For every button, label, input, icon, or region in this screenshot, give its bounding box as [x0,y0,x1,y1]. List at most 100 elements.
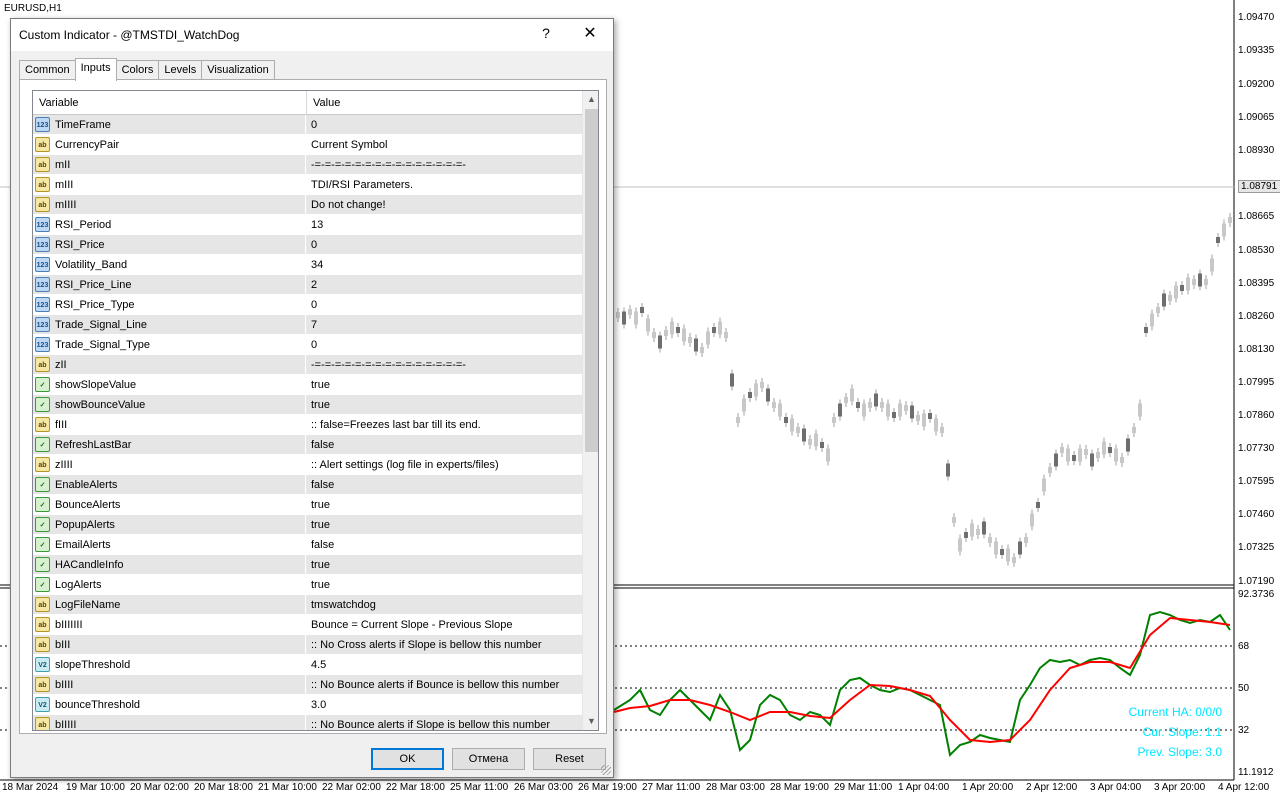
value-cell[interactable]: true [311,519,330,531]
dialog-title-bar[interactable]: Custom Indicator - @TMSTDI_WatchDog ? ✕ [11,19,613,51]
reset-button[interactable]: Reset [533,748,606,770]
input-row-refreshlastbar[interactable]: ✓ RefreshLastBar false [33,435,582,455]
value-cell[interactable]: TDI/RSI Parameters. [311,179,413,191]
input-row-zii[interactable]: ab zII -=-=-=-=-=-=-=-=-=-=-=-=-=-=-=- [33,355,582,375]
variable-cell[interactable]: ✓ showSlopeValue [33,375,306,395]
value-cell[interactable]: false [311,539,334,551]
variable-cell[interactable]: 123 RSI_Price_Type [33,295,306,315]
variable-cell[interactable]: 123 Volatility_Band [33,255,306,275]
value-cell[interactable]: 0 [311,299,317,311]
input-row-rsi_price_type[interactable]: 123 RSI_Price_Type 0 [33,295,582,315]
input-row-ziiii[interactable]: ab zIIII:: Alert settings (log file in ex… [33,455,582,475]
tab-levels[interactable]: Levels [158,60,203,81]
value-cell[interactable]: :: Alert settings (log file in experts/f… [311,459,499,471]
value-cell[interactable]: 3.0 [311,699,326,711]
input-row-showslopevalue[interactable]: ✓ showSlopeValue true [33,375,582,395]
variable-cell[interactable]: ✓ EnableAlerts [33,475,306,495]
variable-cell[interactable]: V2 slopeThreshold [33,655,306,675]
value-cell[interactable]: :: No Cross alerts if Slope is bellow th… [311,639,541,651]
input-row-logfilename[interactable]: ab LogFileName tmswatchdog [33,595,582,615]
input-row-slopethreshold[interactable]: V2 slopeThreshold 4.5 [33,655,582,675]
tab-common[interactable]: Common [19,60,76,81]
variable-cell[interactable]: 123 Trade_Signal_Line [33,315,306,335]
value-cell[interactable]: true [311,379,330,391]
variable-cell[interactable]: ✓ EmailAlerts [33,535,306,555]
value-cell[interactable]: 34 [311,259,323,271]
scroll-thumb[interactable] [585,109,598,452]
value-cell[interactable]: Bounce = Current Slope - Previous Slope [311,619,512,631]
value-cell[interactable]: :: false=Freezes last bar till its end. [311,419,481,431]
variable-cell[interactable]: ab mIIII [33,195,306,215]
variable-cell[interactable]: ab zIIII [33,455,306,475]
variable-cell[interactable]: 123 TimeFrame [33,115,306,135]
variable-cell[interactable]: 123 RSI_Period [33,215,306,235]
variable-cell[interactable]: ✓ HACandleInfo [33,555,306,575]
input-row-biiiiiii[interactable]: ab bIIIIIII Bounce = Current Slope - Previ… [33,615,582,635]
input-row-biii[interactable]: ab bIII:: No Cross alerts if Slope is bel… [33,635,582,655]
value-cell[interactable]: -=-=-=-=-=-=-=-=-=-=-=-=-=-=-=- [311,159,466,171]
variable-cell[interactable]: ab fIII [33,415,306,435]
value-cell[interactable]: false [311,479,334,491]
value-cell[interactable]: 0 [311,339,317,351]
value-cell[interactable]: Current Symbol [311,139,387,151]
input-row-rsi_period[interactable]: 123 RSI_Period 13 [33,215,582,235]
input-row-mii[interactable]: ab mII -=-=-=-=-=-=-=-=-=-=-=-=-=-=-=- [33,155,582,175]
variable-cell[interactable]: ab zII [33,355,306,375]
input-row-trade_signal_type[interactable]: 123 Trade_Signal_Type 0 [33,335,582,355]
variable-cell[interactable]: ab LogFileName [33,595,306,615]
tab-colors[interactable]: Colors [115,60,160,81]
value-cell[interactable]: 4.5 [311,659,326,671]
header-value[interactable]: Value [313,97,340,109]
value-cell[interactable]: 13 [311,219,323,231]
input-row-volatility_band[interactable]: 123 Volatility_Band 34 [33,255,582,275]
variable-cell[interactable]: ab bIIIIIII [33,615,306,635]
value-cell[interactable]: true [311,499,330,511]
header-separator[interactable] [306,91,307,115]
variable-cell[interactable]: ab mII [33,155,306,175]
value-cell[interactable]: 0 [311,119,317,131]
variable-cell[interactable]: ab bIIIII [33,715,306,730]
value-cell[interactable]: Do not change! [311,199,386,211]
value-cell[interactable]: true [311,579,330,591]
cancel-button[interactable]: Отмена [452,748,525,770]
variable-cell[interactable]: ab CurrencyPair [33,135,306,155]
value-cell[interactable]: tmswatchdog [311,599,376,611]
value-cell[interactable]: true [311,399,330,411]
input-row-currencypair[interactable]: ab CurrencyPair Current Symbol [33,135,582,155]
variable-cell[interactable]: ab bIII [33,635,306,655]
variable-cell[interactable]: ab mIII [33,175,306,195]
value-cell[interactable]: 7 [311,319,317,331]
value-cell[interactable]: :: No Bounce alerts if Bounce is bellow … [311,679,559,691]
value-cell[interactable]: -=-=-=-=-=-=-=-=-=-=-=-=-=-=-=- [311,359,466,371]
tab-visualization[interactable]: Visualization [201,60,275,81]
variable-cell[interactable]: V2 bounceThreshold [33,695,306,715]
input-row-rsi_price[interactable]: 123 RSI_Price 0 [33,235,582,255]
input-row-biiiii[interactable]: ab bIIIII:: No Bounce alerts if Slope is … [33,715,582,730]
variable-cell[interactable]: ✓ RefreshLastBar [33,435,306,455]
scroll-down-icon[interactable]: ▼ [583,713,598,730]
input-row-showbouncevalue[interactable]: ✓ showBounceValue true [33,395,582,415]
input-row-fiii[interactable]: ab fIII:: false=Freezes last bar till its… [33,415,582,435]
input-row-bouncealerts[interactable]: ✓ BounceAlerts true [33,495,582,515]
input-row-timeframe[interactable]: 123 TimeFrame 0 [33,115,582,135]
variable-cell[interactable]: ab bIIII [33,675,306,695]
input-row-logalerts[interactable]: ✓ LogAlerts true [33,575,582,595]
grid-scrollbar[interactable]: ▲ ▼ [582,91,598,730]
value-cell[interactable]: :: No Bounce alerts if Slope is bellow t… [311,719,550,730]
variable-cell[interactable]: 123 RSI_Price_Line [33,275,306,295]
input-row-miiii[interactable]: ab mIIII Do not change! [33,195,582,215]
scroll-up-icon[interactable]: ▲ [583,91,598,108]
variable-cell[interactable]: 123 Trade_Signal_Type [33,335,306,355]
value-cell[interactable]: false [311,439,334,451]
ok-button[interactable]: OK [371,748,444,770]
input-row-rsi_price_line[interactable]: 123 RSI_Price_Line 2 [33,275,582,295]
input-row-miii[interactable]: ab mIII TDI/RSI Parameters. [33,175,582,195]
close-button[interactable]: ✕ [578,23,602,43]
resize-grip-icon[interactable] [601,765,611,775]
variable-cell[interactable]: ✓ PopupAlerts [33,515,306,535]
value-cell[interactable]: 0 [311,239,317,251]
input-row-bouncethreshold[interactable]: V2 bounceThreshold 3.0 [33,695,582,715]
value-cell[interactable]: true [311,559,330,571]
help-button[interactable]: ? [534,25,558,41]
input-row-biiii[interactable]: ab bIIII:: No Bounce alerts if Bounce is … [33,675,582,695]
